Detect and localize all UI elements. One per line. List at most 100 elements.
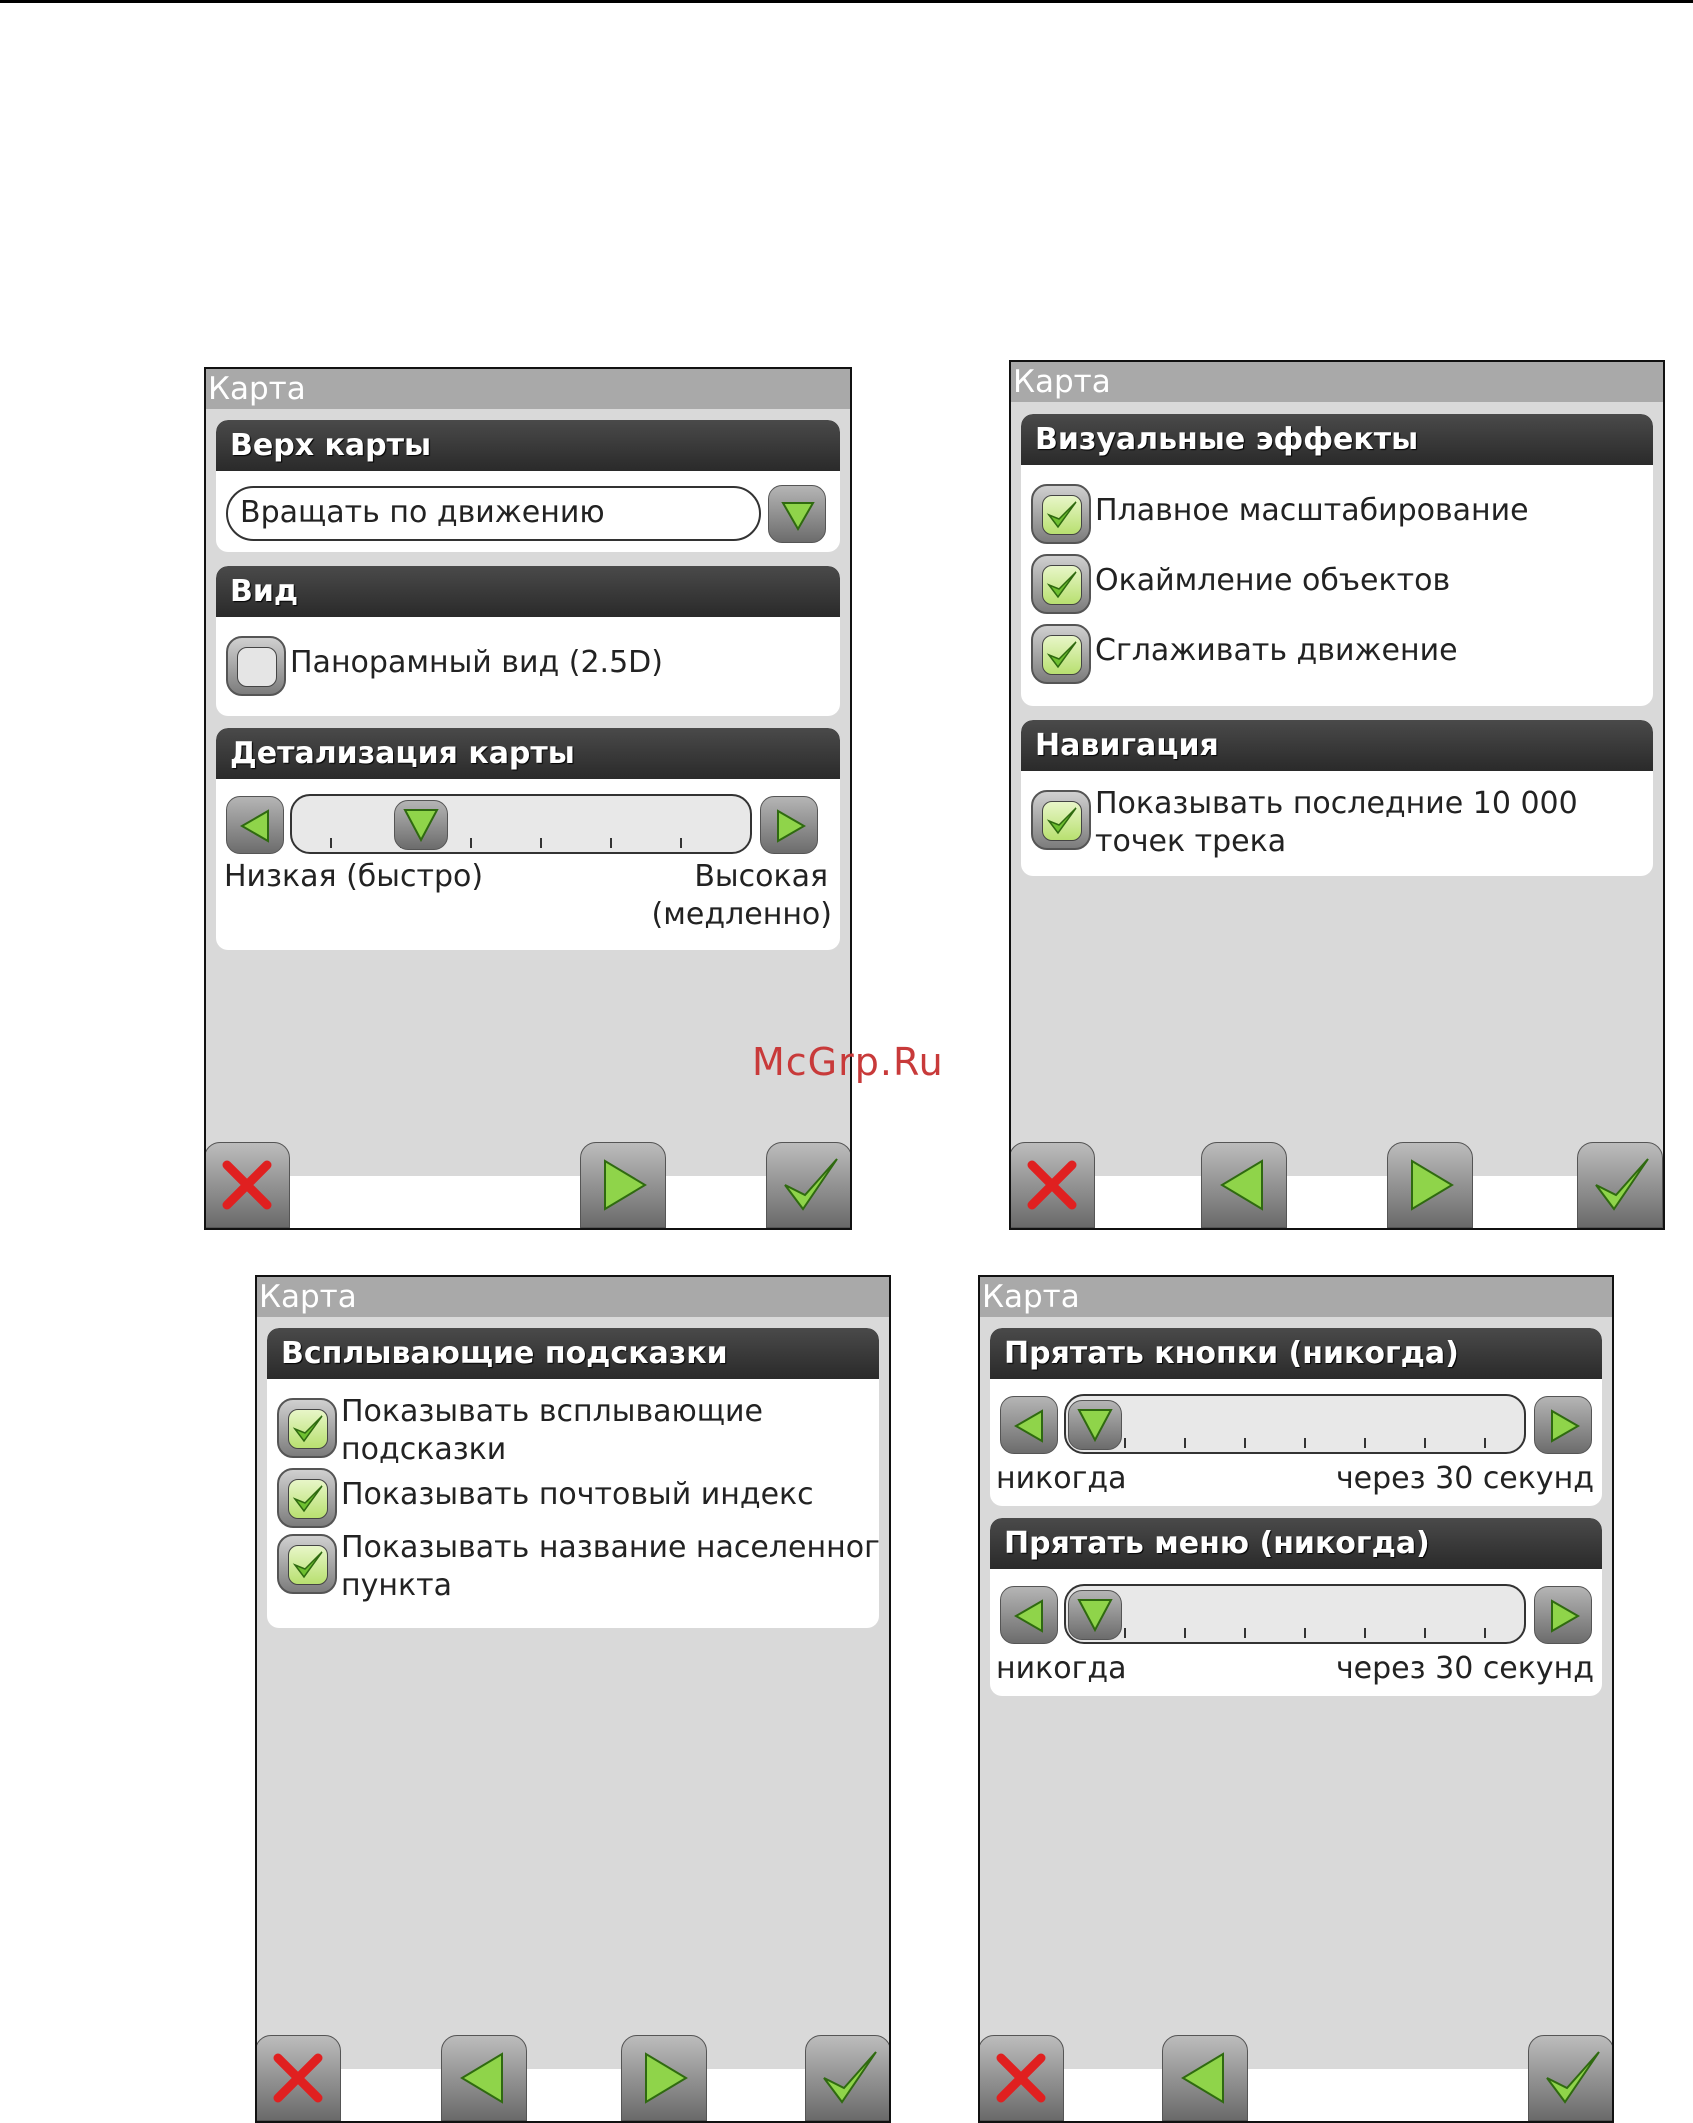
detail-slider[interactable] [290,794,752,854]
show-place-row[interactable]: Показывать название населенного пункта [277,1530,879,1603]
section-header: Прятать кнопки (никогда) [990,1328,1602,1379]
navigation-panel: Навигация Показывать последние 10 000 то… [1021,720,1653,876]
next-button[interactable] [621,2035,707,2121]
checkbox-label: Окаймление объектов [1095,563,1451,598]
watermark: McGrp.Ru [752,1040,944,1084]
next-button[interactable] [580,1142,666,1228]
chevron-down-icon [1077,1599,1113,1633]
slider-tick [680,838,682,848]
cancel-button[interactable] [980,2035,1064,2121]
slider-tick [1184,1438,1186,1448]
slider-max-label-2: (медленно) [651,897,832,932]
slider-tick [1304,1438,1306,1448]
checkmark-icon [1546,2051,1600,2104]
checkbox-label-2: пункта [341,1568,452,1603]
window-title: Карта [980,1277,1612,1317]
window-title: Карта [1011,362,1663,402]
checkbox-label: Сглаживать движение [1095,633,1458,668]
show-place-checkbox[interactable] [277,1534,337,1594]
cancel-button[interactable] [1011,1142,1095,1228]
track-points-checkbox[interactable] [1031,790,1091,850]
arrow-right-icon [1551,1409,1581,1443]
slider-tick [1244,1438,1246,1448]
increase-button[interactable] [760,796,818,854]
smooth-move-checkbox[interactable] [1031,624,1091,684]
back-button[interactable] [1201,1142,1287,1228]
screen-map-settings-4: Карта Прятать кнопки (никогда) никогда ч… [978,1275,1614,2123]
checkbox-label-2: подсказки [341,1432,507,1467]
slider-tick [540,838,542,848]
outline-row[interactable]: Окаймление объектов [1031,554,1631,616]
arrow-left-icon [1181,2052,1224,2104]
slider-thumb[interactable] [394,800,448,850]
cancel-button[interactable] [257,2035,341,2121]
decrease-button[interactable] [1000,1396,1058,1454]
back-button[interactable] [1162,2035,1248,2121]
arrow-left-icon [239,809,269,843]
dropdown-toggle-button[interactable] [768,485,826,543]
chevron-down-icon [1077,1409,1113,1443]
increase-button[interactable] [1534,1396,1592,1454]
slider-thumb[interactable] [1068,1400,1122,1450]
panorama-checkbox[interactable] [226,636,286,696]
checkbox-label: Плавное масштабирование [1095,493,1529,528]
screen-map-settings-2: Карта Визуальные эффекты Плавное масштаб… [1009,360,1665,1230]
view-panel: Вид Панорамный вид (2.5D) [216,566,840,716]
decrease-button[interactable] [226,796,284,854]
track-points-row[interactable]: Показывать последние 10 000 точек трека [1031,786,1651,859]
dropdown-value: Вращать по движению [240,495,605,530]
slider-max-label: через 30 секунд [1335,1461,1594,1496]
close-icon [1027,1160,1077,1210]
decrease-button[interactable] [1000,1586,1058,1644]
show-tips-row[interactable]: Показывать всплывающие подсказки [277,1394,877,1467]
confirm-button[interactable] [766,1142,850,1228]
section-header: Прятать меню (никогда) [990,1518,1602,1569]
screen-map-settings-1: Карта Верх карты Вращать по движению Вид… [204,367,852,1230]
section-header: Вид [216,566,840,617]
arrow-right-icon [645,2052,688,2104]
checkmark-icon [1595,1158,1649,1211]
cancel-button[interactable] [206,1142,290,1228]
slider-max-label: через 30 секунд [1335,1651,1594,1686]
close-icon [273,2053,323,2103]
section-header: Всплывающие подсказки [267,1328,879,1379]
detail-panel: Детализация карты Низкая (быстро) Высока… [216,728,840,950]
arrow-left-icon [460,2052,503,2104]
hide-buttons-slider[interactable] [1064,1394,1526,1454]
slider-tick [1364,1628,1366,1638]
section-header: Верх карты [216,420,840,471]
next-button[interactable] [1387,1142,1473,1228]
checkmark-icon [823,2051,877,2104]
increase-button[interactable] [1534,1586,1592,1644]
checkmark-icon [784,1158,838,1211]
window-title: Карта [206,369,850,409]
slider-tick [470,838,472,848]
smooth-zoom-row[interactable]: Плавное масштабирование [1031,484,1631,546]
show-tips-checkbox[interactable] [277,1398,337,1458]
arrow-right-icon [1551,1599,1581,1633]
confirm-button[interactable] [1528,2035,1612,2121]
checkbox-label: Показывать почтовый индекс [341,1477,814,1512]
slider-tick [1484,1628,1486,1638]
confirm-button[interactable] [805,2035,889,2121]
slider-thumb[interactable] [1068,1590,1122,1640]
section-header: Визуальные эффекты [1021,414,1653,465]
map-orientation-dropdown[interactable]: Вращать по движению [226,486,761,541]
close-icon [996,2053,1046,2103]
show-zip-row[interactable]: Показывать почтовый индекс [277,1468,877,1530]
checkmark-icon [1046,501,1077,529]
show-zip-checkbox[interactable] [277,1468,337,1528]
back-button[interactable] [441,2035,527,2121]
tooltips-panel: Всплывающие подсказки Показывать всплыва… [267,1328,879,1628]
panorama-checkbox-row[interactable]: Панорамный вид (2.5D) [226,636,826,698]
hide-menu-slider[interactable] [1064,1584,1526,1644]
smooth-move-row[interactable]: Сглаживать движение [1031,624,1631,686]
close-icon [222,1160,272,1210]
outline-checkbox[interactable] [1031,554,1091,614]
slider-max-label: Высокая [694,859,828,894]
smooth-zoom-checkbox[interactable] [1031,484,1091,544]
confirm-button[interactable] [1577,1142,1663,1228]
arrow-right-icon [604,1159,647,1211]
slider-tick [1124,1438,1126,1448]
section-header: Навигация [1021,720,1653,771]
